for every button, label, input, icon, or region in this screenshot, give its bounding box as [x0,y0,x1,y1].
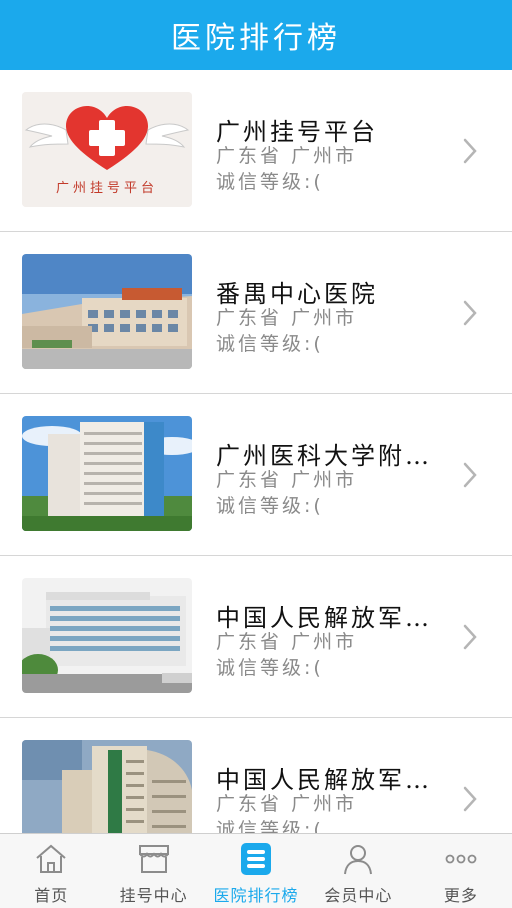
army-hospital-tower-image [22,740,192,833]
header-bar: 医院排行榜 [0,0,512,70]
credit-level: 诚信等级:( [216,819,324,833]
store-icon [138,845,169,873]
credit-level: 诚信等级:( [216,657,324,679]
hospital-location: 广东省 广州市 [216,627,357,654]
list-item[interactable]: 中国人民解放军… 广东省 广州市 诚信等级:( [0,556,512,718]
list-item[interactable]: 番禺中心医院 广东省 广州市 诚信等级:( [0,232,512,394]
hospital-location: 广东省 广州市 [216,789,357,816]
chevron-right-icon [463,300,477,326]
hospital-building-image [22,254,192,369]
tab-member-center[interactable]: 会员中心 [307,834,409,908]
chevron-right-icon [463,624,477,650]
list-item[interactable]: 广州挂号平台 广州挂号平台 广东省 广州市 诚信等级:( [0,70,512,232]
chevron-right-icon [463,462,477,488]
tab-label: 首页 [34,886,69,905]
more-dots-icon [445,854,477,864]
chevron-right-icon [463,786,477,812]
ranking-list-icon [241,843,272,875]
app-screen: 医院排行榜 广州挂号平台 广州挂号平台 广东省 广州市 诚信等级:(番禺中心医… [0,0,512,908]
home-icon [36,844,66,873]
list-item[interactable]: 中国人民解放军… 广东省 广州市 诚信等级:( [0,718,512,833]
tab-registration[interactable]: 挂号中心 [102,834,204,908]
city-text: 广州市 [291,145,358,167]
chevron-right-icon [463,138,477,164]
hospital-location: 广东省 广州市 [216,141,357,168]
credit-level: 诚信等级:( [216,171,324,193]
hospital-tower-image [22,416,192,531]
tab-home[interactable]: 首页 [0,834,102,908]
city-text: 广州市 [291,631,358,653]
page-title: 医院排行榜 [171,21,341,56]
user-icon [344,845,373,875]
heart-logo-image: 广州挂号平台 [22,92,192,207]
tab-label: 医院排行榜 [213,886,299,905]
list-item[interactable]: 广州医科大学附… 广东省 广州市 诚信等级:( [0,394,512,556]
hospital-location: 广东省 广州市 [216,303,357,330]
city-text: 广州市 [291,469,358,491]
city-text: 广州市 [291,307,358,329]
logo-text: 广州挂号平台 [56,181,158,196]
province-text: 广东省 [216,469,283,491]
province-text: 广东省 [216,793,283,815]
city-text: 广州市 [291,793,358,815]
tab-hospital-ranking[interactable]: 医院排行榜 [205,834,307,908]
army-hospital-image [22,578,192,693]
tab-label: 会员中心 [324,886,393,905]
tab-label: 挂号中心 [119,886,188,905]
province-text: 广东省 [216,307,283,329]
tab-more[interactable]: 更多 [410,834,512,908]
hospital-location: 广东省 广州市 [216,465,357,492]
credit-level: 诚信等级:( [216,495,324,517]
province-text: 广东省 [216,631,283,653]
credit-level: 诚信等级:( [216,333,324,355]
province-text: 广东省 [216,145,283,167]
tab-label: 更多 [443,886,478,905]
hospital-list[interactable]: 广州挂号平台 广州挂号平台 广东省 广州市 诚信等级:(番禺中心医院 广东省 … [0,70,512,833]
bottom-tab-bar: 首页 挂号中心 医院排行榜 会员中心 更多 [0,833,512,908]
